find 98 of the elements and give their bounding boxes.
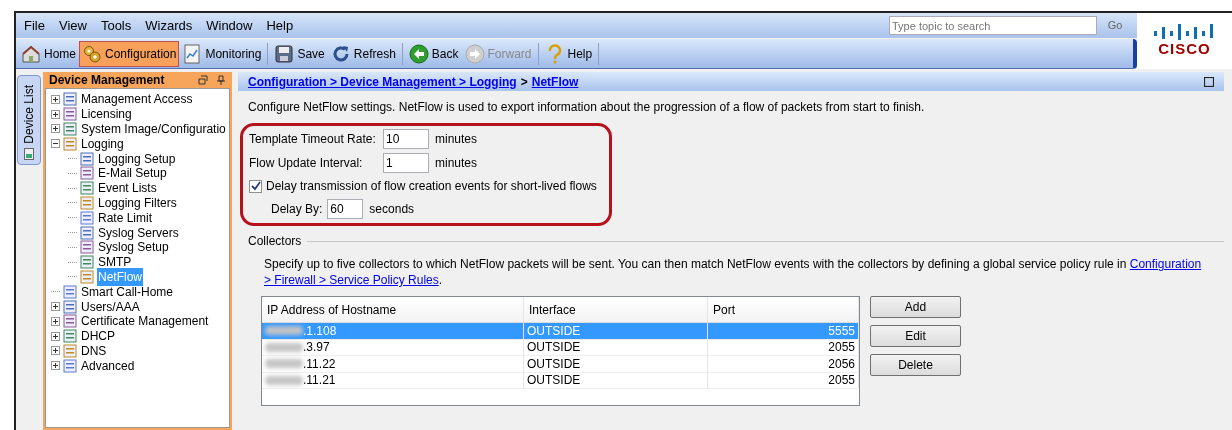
collectors-text: Specify up to five collectors to which NetFlow packets will be sent. You can then match NetFlow events with the collectors by defining a global service policy rule in Configuration > Firewall > Service Policy Rules. — [263, 256, 1203, 288]
unit-label: minutes — [435, 155, 478, 172]
delay-checkbox[interactable] — [249, 179, 262, 193]
table-cell: 5555 — [708, 323, 859, 339]
address-text: .1.108 — [303, 322, 337, 340]
expander-icon[interactable] — [51, 361, 60, 371]
address-text: .11.22 — [303, 355, 336, 373]
maximize-icon[interactable] — [1204, 76, 1214, 87]
tree-node-icon — [80, 225, 94, 240]
pin-icon[interactable] — [216, 75, 226, 85]
tree-node-icon — [80, 255, 94, 270]
address-text: .3.97 — [303, 339, 330, 357]
table-cell: 2055 — [708, 339, 859, 355]
unit-label: seconds — [369, 201, 415, 218]
chart-icon — [182, 43, 203, 64]
expander-icon[interactable] — [51, 124, 60, 134]
description-text: Configure NetFlow settings. NetFlow is used to export information about the progression of a flow of packets from start to finish. — [248, 99, 926, 116]
float-icon[interactable] — [198, 75, 208, 85]
interval-field[interactable]: 1 — [383, 153, 429, 173]
address-text: .11.21 — [303, 372, 336, 390]
tree-item[interactable]: Syslog Servers — [97, 223, 180, 242]
tree-node-icon — [63, 358, 77, 373]
menu-item[interactable]: Window — [206, 15, 253, 36]
column-header[interactable]: Port — [708, 297, 859, 322]
table-cell: 2056 — [708, 356, 859, 372]
go-button[interactable]: Go — [1101, 17, 1129, 34]
tree-node-icon — [80, 166, 94, 181]
policy-link[interactable]: Configuration — [1129, 257, 1202, 271]
table-cell: OUTSIDE — [524, 356, 708, 372]
breadcrumb-separator: > — [520, 73, 528, 91]
tree-node-icon — [63, 284, 77, 299]
gears-icon — [82, 43, 102, 64]
tree-node-icon — [63, 122, 77, 136]
field-label: Flow Update Interval: — [249, 155, 364, 172]
timeout-field[interactable]: 10 — [383, 129, 429, 149]
toolbar-button[interactable]: Refresh — [327, 40, 399, 67]
menu-item[interactable]: Help — [266, 15, 294, 36]
expander-icon[interactable] — [51, 331, 60, 341]
action-button[interactable]: Edit — [870, 325, 961, 347]
expander-icon[interactable] — [51, 139, 60, 149]
breadcrumb-link[interactable]: Configuration > Device Management > Logging — [248, 72, 517, 91]
menu-item[interactable]: Wizards — [145, 15, 193, 36]
tree-node-icon — [80, 151, 94, 166]
menu-item[interactable]: File — [24, 15, 45, 36]
expander-icon[interactable] — [51, 346, 60, 356]
tree-node-icon — [80, 195, 94, 210]
tree-node-icon — [80, 240, 94, 255]
toolbar-button[interactable]: Monitoring — [179, 40, 265, 67]
column-header[interactable]: IP Address of Hostname — [262, 297, 524, 322]
toolbar-button[interactable]: Home — [18, 40, 79, 67]
forward-icon — [464, 43, 485, 64]
field-label: Delay By: — [271, 201, 323, 218]
device-icon — [24, 148, 34, 160]
toolbar-button[interactable]: Back — [405, 40, 462, 67]
tree-node-icon — [80, 181, 94, 196]
back-icon — [408, 43, 429, 64]
menu-item[interactable]: Tools — [100, 15, 132, 36]
expander-icon[interactable] — [51, 316, 60, 326]
redaction-mark — [265, 326, 303, 336]
toolbar-button[interactable]: Configuration — [79, 40, 180, 67]
policy-link[interactable]: > Firewall > Service Policy Rules — [264, 273, 439, 287]
redaction-mark — [265, 375, 303, 385]
logo-text: CISCO — [1158, 40, 1211, 58]
toolbar-button[interactable]: Save — [271, 40, 328, 67]
redaction-mark — [265, 342, 303, 352]
unit-label: minutes — [435, 131, 478, 148]
tree-node-icon — [63, 329, 77, 344]
group-title: Collectors — [248, 233, 302, 250]
panel-title: Device Management — [49, 72, 165, 89]
menu-item[interactable]: View — [58, 15, 87, 36]
toolbar-button[interactable]: Help — [541, 40, 596, 67]
table-row[interactable]: .11.22 OUTSIDE 2056 — [262, 356, 859, 373]
expander-icon[interactable] — [51, 94, 60, 104]
redaction-mark — [265, 359, 303, 369]
delay-field[interactable]: 60 — [327, 199, 364, 219]
tree-node-icon — [80, 269, 94, 284]
tree-node-icon — [63, 92, 77, 107]
table-cell: OUTSIDE — [524, 372, 708, 388]
house-icon — [21, 43, 41, 64]
action-button[interactable]: Add — [870, 296, 961, 318]
field-label: Template Timeout Rate: — [249, 131, 377, 148]
tree-node-icon — [63, 136, 77, 151]
action-button[interactable]: Delete — [870, 354, 961, 376]
table-cell: OUTSIDE — [524, 323, 708, 339]
expander-icon[interactable] — [51, 302, 60, 312]
checkbox-label: Delay transmission of flow creation events for short-lived flows — [266, 178, 597, 195]
expander-icon[interactable] — [51, 109, 60, 119]
device-list-tab[interactable]: Device List — [17, 75, 41, 165]
table-cell: OUTSIDE — [524, 339, 708, 355]
table-cell: 2055 — [708, 372, 859, 388]
search-field[interactable]: Type topic to search — [889, 16, 1097, 35]
tree-node-icon — [63, 343, 77, 358]
tree-node-icon — [63, 299, 77, 314]
column-header[interactable]: Interface — [524, 297, 708, 322]
tree-node-icon — [80, 210, 94, 225]
tree-node-icon — [63, 107, 77, 122]
tree-node-icon — [63, 314, 77, 329]
breadcrumb-link[interactable]: NetFlow — [531, 72, 579, 91]
